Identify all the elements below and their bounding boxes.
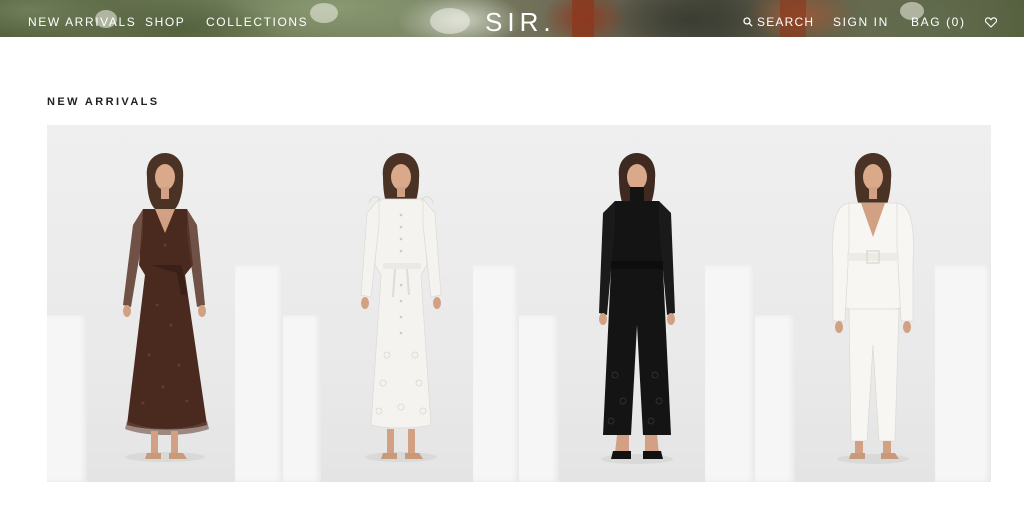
header-background-blossom xyxy=(310,3,338,23)
search-icon xyxy=(743,17,753,27)
product-grid xyxy=(47,125,991,482)
brand-logo[interactable]: SIR. xyxy=(485,9,556,35)
product-image-white-lace-dress xyxy=(360,153,442,462)
nav-collections[interactable]: COLLECTIONS xyxy=(206,15,308,29)
product-image-brown-wrap-dress xyxy=(123,153,209,462)
product-card[interactable] xyxy=(519,125,755,482)
product-card[interactable] xyxy=(47,125,283,482)
product-image-black-jumpsuit xyxy=(599,153,675,464)
nav-new-arrivals[interactable]: NEW ARRIVALS xyxy=(28,15,136,29)
header-background-beam xyxy=(572,0,594,37)
search-label: SEARCH xyxy=(757,15,815,29)
search-button[interactable]: SEARCH xyxy=(743,15,814,29)
section-title: NEW ARRIVALS xyxy=(47,96,160,109)
product-card[interactable] xyxy=(283,125,519,482)
product-card[interactable] xyxy=(755,125,991,482)
nav-shop[interactable]: SHOP xyxy=(145,15,185,29)
product-image-white-blazer-set xyxy=(832,153,914,464)
heart-icon[interactable] xyxy=(985,17,997,28)
header-background-blossom xyxy=(430,8,470,34)
sign-in-link[interactable]: SIGN IN xyxy=(833,15,889,29)
site-header: NEW ARRIVALS SHOP COLLECTIONS SIR. SEARC… xyxy=(0,0,1024,37)
bag-link[interactable]: BAG (0) xyxy=(911,15,966,29)
